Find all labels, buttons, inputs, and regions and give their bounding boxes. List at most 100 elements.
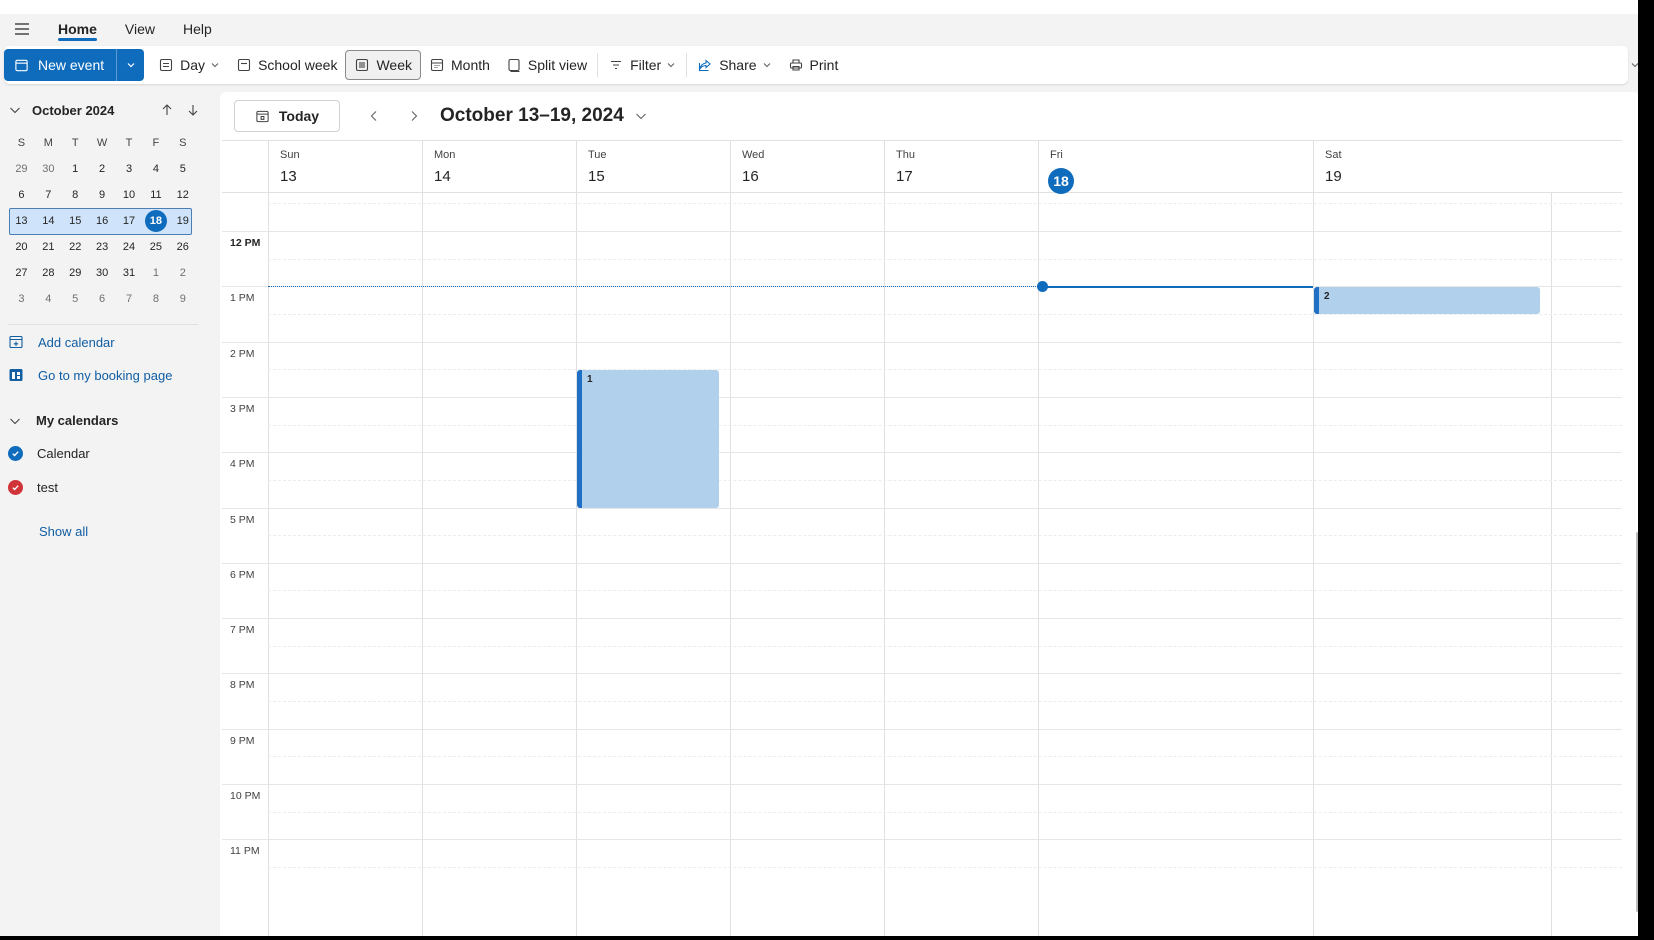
time-label: 9 PM bbox=[230, 734, 255, 747]
day-view-button[interactable]: Day bbox=[150, 50, 228, 80]
mini-calendar-day[interactable]: 16 bbox=[89, 215, 116, 227]
mini-calendar-day[interactable]: 25 bbox=[142, 241, 169, 253]
share-button[interactable]: Share bbox=[689, 50, 779, 80]
school-week-view-button[interactable]: School week bbox=[228, 50, 345, 80]
half-hour-line bbox=[268, 479, 1622, 481]
arrow-down-icon[interactable] bbox=[186, 103, 200, 117]
outlook-calendar-app: Home View Help New event Day School week… bbox=[0, 0, 1638, 936]
mini-calendar-day[interactable]: 24 bbox=[116, 241, 143, 253]
day-header-tue[interactable]: Tue 15 bbox=[576, 141, 730, 193]
mini-calendar-day[interactable]: 17 bbox=[116, 215, 143, 227]
ribbon-toolbar: New event Day School week Week Month Spl… bbox=[4, 46, 1638, 84]
month-view-button[interactable]: Month bbox=[421, 50, 498, 80]
mini-calendar-day[interactable]: 8 bbox=[62, 189, 89, 201]
mini-calendar-day[interactable]: 2 bbox=[89, 163, 116, 175]
mini-calendar-day[interactable]: 28 bbox=[35, 267, 62, 279]
mini-calendar-day[interactable]: 3 bbox=[8, 293, 35, 305]
mini-calendar-day[interactable]: 5 bbox=[62, 293, 89, 305]
mini-calendar-today[interactable]: 18 bbox=[142, 210, 169, 232]
today-button[interactable]: Today bbox=[234, 100, 340, 132]
booking-page-link[interactable]: Go to my booking page bbox=[8, 367, 172, 383]
day-header-wed[interactable]: Wed 16 bbox=[730, 141, 884, 193]
day-column-divider bbox=[268, 193, 269, 936]
date-range-picker[interactable]: October 13–19, 2024 bbox=[440, 105, 648, 127]
new-event-dropdown-button[interactable] bbox=[116, 49, 145, 81]
calendar-event[interactable]: 1 bbox=[577, 370, 719, 508]
mini-calendar-day[interactable]: 6 bbox=[89, 293, 116, 305]
calendar-item-calendar[interactable]: Calendar bbox=[8, 446, 90, 461]
mini-calendar-day[interactable]: 15 bbox=[62, 215, 89, 227]
calendar-event[interactable]: 2 bbox=[1314, 287, 1540, 314]
mini-calendar-day[interactable]: 29 bbox=[8, 163, 35, 175]
collapse-chevron-icon[interactable] bbox=[8, 103, 22, 117]
show-all-link[interactable]: Show all bbox=[39, 524, 88, 539]
left-pane-divider bbox=[8, 324, 198, 325]
mini-calendar-day[interactable]: 12 bbox=[169, 189, 196, 201]
mini-calendar-day[interactable]: 8 bbox=[142, 293, 169, 305]
week-view-button[interactable]: Week bbox=[345, 50, 421, 80]
day-header-mon[interactable]: Mon 14 bbox=[422, 141, 576, 193]
mini-calendar-day[interactable]: 22 bbox=[62, 241, 89, 253]
mini-calendar-day[interactable]: 1 bbox=[62, 163, 89, 175]
menu-tab-help[interactable]: Help bbox=[169, 14, 226, 44]
mini-calendar-day[interactable]: 11 bbox=[142, 189, 169, 201]
menu-tab-home[interactable]: Home bbox=[44, 14, 111, 44]
checkmark-icon[interactable] bbox=[8, 480, 23, 495]
vertical-scrollbar[interactable] bbox=[1632, 92, 1638, 936]
mini-calendar-day[interactable]: 9 bbox=[169, 293, 196, 305]
day-header-thu[interactable]: Thu 17 bbox=[884, 141, 1038, 193]
mini-calendar-day[interactable]: 7 bbox=[35, 189, 62, 201]
day-header-fri[interactable]: Fri 18 bbox=[1038, 141, 1313, 194]
add-calendar-link[interactable]: Add calendar bbox=[8, 334, 115, 350]
mini-calendar-day[interactable]: 9 bbox=[89, 189, 116, 201]
mini-calendar-weekday: S bbox=[17, 137, 26, 149]
my-calendars-header[interactable]: My calendars bbox=[8, 413, 118, 428]
mini-calendar-month[interactable]: October 2024 bbox=[32, 103, 114, 118]
filter-button[interactable]: Filter bbox=[600, 50, 684, 80]
mini-calendar-day[interactable]: 29 bbox=[62, 267, 89, 279]
mini-calendar-day-number: 4 bbox=[45, 293, 52, 305]
mini-calendar-day[interactable]: 30 bbox=[89, 267, 116, 279]
arrow-up-icon[interactable] bbox=[160, 103, 174, 117]
mini-calendar-day[interactable]: 19 bbox=[169, 215, 196, 227]
mini-calendar-day-number: 21 bbox=[42, 241, 55, 253]
mini-calendar-day[interactable]: 5 bbox=[169, 163, 196, 175]
week-view-icon bbox=[356, 58, 369, 72]
mini-calendar-day[interactable]: 4 bbox=[35, 293, 62, 305]
mini-calendar-day[interactable]: 21 bbox=[35, 241, 62, 253]
mini-calendar-day-number: 9 bbox=[179, 293, 186, 305]
day-header-sat[interactable]: Sat 19 bbox=[1313, 141, 1551, 193]
mini-calendar-day[interactable]: 6 bbox=[8, 189, 35, 201]
day-header-sun[interactable]: Sun 13 bbox=[268, 141, 422, 193]
month-view-label: Month bbox=[451, 57, 490, 73]
menu-tab-view[interactable]: View bbox=[111, 14, 169, 44]
new-event-button[interactable]: New event bbox=[4, 49, 117, 81]
checkmark-icon[interactable] bbox=[8, 446, 23, 461]
mini-calendar-day[interactable]: 2 bbox=[169, 267, 196, 279]
ribbon-overflow-chevron-icon[interactable] bbox=[1630, 60, 1638, 70]
mini-calendar-day-number: 13 bbox=[15, 215, 28, 227]
previous-week-button[interactable] bbox=[354, 109, 394, 123]
mini-calendar-day[interactable]: 4 bbox=[142, 163, 169, 175]
split-view-button[interactable]: Split view bbox=[498, 50, 595, 80]
mini-calendar-day[interactable]: 1 bbox=[142, 267, 169, 279]
scrollbar-thumb[interactable] bbox=[1636, 532, 1638, 912]
mini-calendar-day[interactable]: 31 bbox=[116, 267, 143, 279]
mini-calendar-day[interactable]: 20 bbox=[8, 241, 35, 253]
print-button[interactable]: Print bbox=[780, 50, 847, 80]
mini-calendar-day[interactable]: 7 bbox=[116, 293, 143, 305]
mini-calendar-week: 6 7 8 9 10 11 12 bbox=[8, 182, 200, 208]
mini-calendar-day-number: 10 bbox=[122, 189, 136, 201]
mini-calendar-day[interactable]: 10 bbox=[116, 189, 143, 201]
mini-calendar-day[interactable]: 27 bbox=[8, 267, 35, 279]
next-week-button[interactable] bbox=[394, 109, 434, 123]
mini-calendar-day[interactable]: 14 bbox=[35, 215, 62, 227]
mini-calendar-day[interactable]: 30 bbox=[35, 163, 62, 175]
time-grid-body[interactable]: 12 PM 1 PM 2 PM 3 PM 4 PM 5 PM 6 PM 7 PM 8 PM 9 P… bbox=[222, 193, 1622, 936]
calendar-item-test[interactable]: test bbox=[8, 480, 58, 495]
hamburger-menu-icon[interactable] bbox=[0, 14, 44, 44]
mini-calendar-day[interactable]: 3 bbox=[116, 163, 143, 175]
mini-calendar-day[interactable]: 26 bbox=[169, 241, 196, 253]
mini-calendar-day[interactable]: 23 bbox=[89, 241, 116, 253]
mini-calendar-day[interactable]: 13 bbox=[8, 215, 35, 227]
